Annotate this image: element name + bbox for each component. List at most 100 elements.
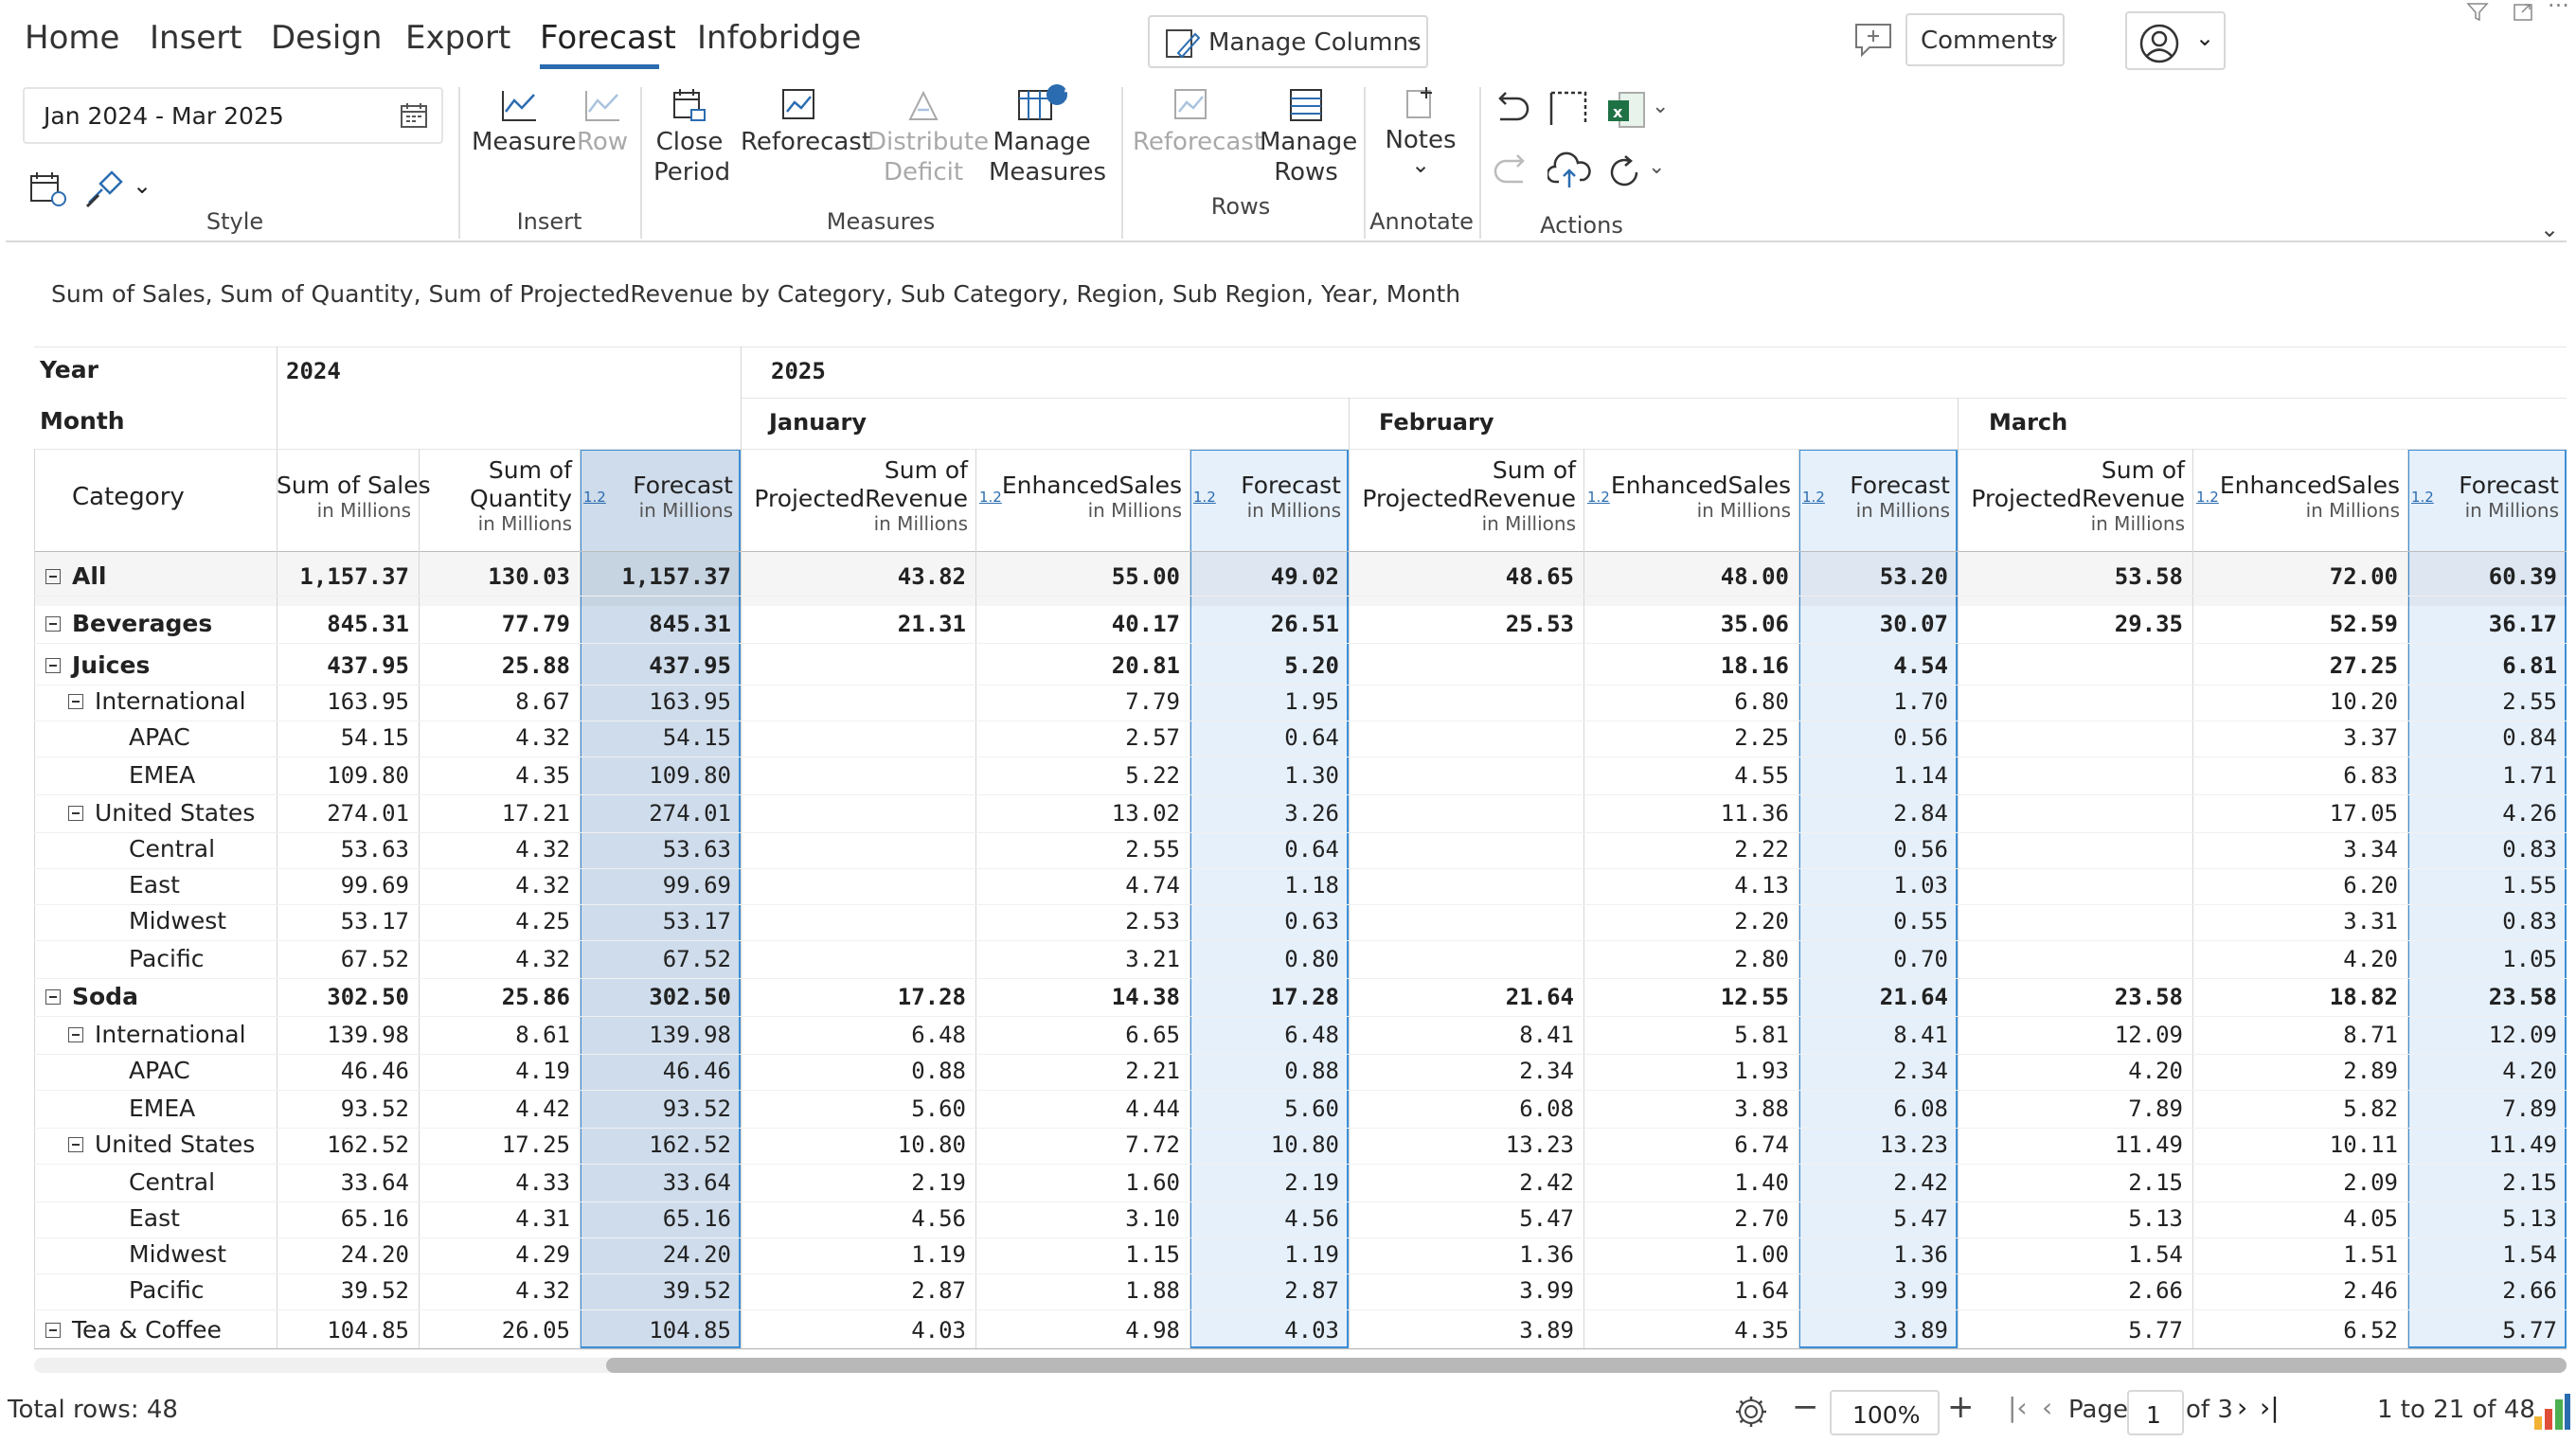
table-cell[interactable]: 17.28 bbox=[1190, 979, 1349, 1015]
table-cell[interactable]: 2.21 bbox=[975, 1053, 1190, 1089]
manage-measures-button[interactable]: 1 Manage Measures bbox=[989, 83, 1106, 187]
table-cell[interactable]: 40.17 bbox=[975, 606, 1190, 642]
table-cell[interactable]: 1.30 bbox=[1190, 757, 1349, 793]
table-cell[interactable]: 25.53 bbox=[1349, 606, 1583, 642]
manage-rows-button[interactable]: Manage Rows bbox=[1260, 87, 1357, 187]
collapse-toggle-icon[interactable] bbox=[45, 569, 61, 584]
table-cell[interactable]: 6.48 bbox=[1190, 1017, 1349, 1053]
user-menu-button[interactable]: ⌄ bbox=[2125, 11, 2226, 70]
table-cell[interactable]: 130.03 bbox=[419, 559, 580, 595]
expand-icon[interactable] bbox=[2512, 2, 2534, 23]
table-cell[interactable]: 25.86 bbox=[419, 979, 580, 1015]
menu-tab-forecast[interactable]: Forecast bbox=[540, 19, 676, 57]
table-cell[interactable]: 5.22 bbox=[975, 757, 1190, 793]
crop-icon[interactable] bbox=[1547, 89, 1589, 129]
zoom-in-button[interactable]: + bbox=[1947, 1388, 1975, 1426]
page-input[interactable]: 1 bbox=[2127, 1390, 2184, 1435]
table-cell[interactable]: 33.64 bbox=[580, 1165, 741, 1201]
table-cell[interactable]: 25.88 bbox=[419, 648, 580, 684]
table-cell[interactable]: 139.98 bbox=[580, 1017, 741, 1053]
row-label-central[interactable]: Central bbox=[129, 831, 215, 867]
table-cell[interactable]: 10.20 bbox=[2192, 684, 2407, 720]
table-cell[interactable]: 1.55 bbox=[2407, 867, 2567, 903]
table-cell[interactable]: 0.84 bbox=[2407, 720, 2567, 756]
column-header[interactable]: EnhancedSales in Millions bbox=[1583, 472, 1791, 521]
table-cell[interactable]: 437.95 bbox=[580, 648, 741, 684]
table-cell[interactable]: 4.32 bbox=[419, 720, 580, 756]
table-cell[interactable]: 109.80 bbox=[580, 757, 741, 793]
table-cell[interactable]: 2.66 bbox=[2407, 1273, 2567, 1308]
notes-button[interactable]: Notes ⌄ bbox=[1379, 85, 1462, 176]
table-cell[interactable]: 7.89 bbox=[1958, 1091, 2192, 1127]
table-cell[interactable] bbox=[1958, 831, 2192, 867]
table-cell[interactable] bbox=[741, 903, 975, 939]
collapse-toggle-icon[interactable] bbox=[45, 658, 61, 673]
next-page-icon[interactable]: › bbox=[2237, 1392, 2247, 1423]
table-cell[interactable]: 4.32 bbox=[419, 941, 580, 977]
table-cell[interactable]: 4.44 bbox=[975, 1091, 1190, 1127]
table-cell[interactable]: 0.64 bbox=[1190, 831, 1349, 867]
table-cell[interactable]: 162.52 bbox=[277, 1127, 419, 1163]
table-cell[interactable]: 48.65 bbox=[1349, 559, 1583, 595]
table-cell[interactable]: 5.60 bbox=[741, 1091, 975, 1127]
table-cell[interactable]: 60.39 bbox=[2407, 559, 2567, 595]
table-cell[interactable]: 6.20 bbox=[2192, 867, 2407, 903]
redo-icon[interactable] bbox=[1491, 153, 1532, 191]
column-header[interactable]: EnhancedSales in Millions bbox=[2192, 472, 2400, 521]
table-cell[interactable]: 1.54 bbox=[2407, 1237, 2567, 1273]
table-cell[interactable]: 3.34 bbox=[2192, 831, 2407, 867]
table-cell[interactable]: 4.35 bbox=[1583, 1312, 1798, 1348]
collapse-toggle-icon[interactable] bbox=[45, 989, 61, 1005]
table-cell[interactable] bbox=[1349, 720, 1583, 756]
table-cell[interactable]: 1.93 bbox=[1583, 1053, 1798, 1089]
table-cell[interactable]: 17.28 bbox=[741, 979, 975, 1015]
table-cell[interactable] bbox=[1349, 867, 1583, 903]
zoom-out-button[interactable]: − bbox=[1792, 1388, 1819, 1426]
refresh-icon[interactable] bbox=[1606, 153, 1644, 191]
filter-icon[interactable] bbox=[2466, 2, 2489, 23]
last-page-icon[interactable]: ›| bbox=[2260, 1392, 2280, 1423]
table-cell[interactable]: 0.83 bbox=[2407, 903, 2567, 939]
table-cell[interactable]: 104.85 bbox=[277, 1312, 419, 1348]
table-cell[interactable]: 18.16 bbox=[1583, 648, 1798, 684]
column-header[interactable]: Sum of Sales in Millions bbox=[277, 472, 431, 521]
table-cell[interactable]: 54.15 bbox=[277, 720, 419, 756]
table-cell[interactable]: 55.00 bbox=[975, 559, 1190, 595]
table-cell[interactable]: 3.99 bbox=[1349, 1273, 1583, 1308]
table-cell[interactable]: 2.70 bbox=[1583, 1201, 1798, 1237]
table-cell[interactable] bbox=[1349, 648, 1583, 684]
row-label-tea-coffee[interactable]: Tea & Coffee bbox=[72, 1312, 222, 1348]
table-cell[interactable]: 4.55 bbox=[1583, 757, 1798, 793]
table-cell[interactable]: 4.05 bbox=[2192, 1201, 2407, 1237]
table-cell[interactable] bbox=[741, 795, 975, 831]
table-cell[interactable] bbox=[1349, 903, 1583, 939]
table-cell[interactable]: 24.20 bbox=[580, 1237, 741, 1273]
table-cell[interactable]: 4.33 bbox=[419, 1165, 580, 1201]
table-cell[interactable]: 1.71 bbox=[2407, 757, 2567, 793]
table-cell[interactable]: 17.21 bbox=[419, 795, 580, 831]
table-cell[interactable] bbox=[1958, 941, 2192, 977]
table-cell[interactable]: 1,157.37 bbox=[277, 559, 419, 595]
collapse-ribbon-icon[interactable]: ⌄ bbox=[2540, 216, 2559, 242]
table-cell[interactable]: 3.89 bbox=[1349, 1312, 1583, 1348]
reforecast-rows-button[interactable]: Reforecast bbox=[1133, 87, 1263, 157]
date-range-picker[interactable]: Jan 2024 - Mar 2025 bbox=[23, 87, 443, 144]
table-cell[interactable] bbox=[741, 684, 975, 720]
collapse-toggle-icon[interactable] bbox=[45, 616, 61, 632]
row-label-united-states[interactable]: United States bbox=[95, 1127, 255, 1163]
table-cell[interactable]: 0.83 bbox=[2407, 831, 2567, 867]
table-cell[interactable] bbox=[741, 867, 975, 903]
previous-page-icon[interactable]: ‹ bbox=[2042, 1392, 2052, 1423]
table-cell[interactable]: 2.53 bbox=[975, 903, 1190, 939]
table-cell[interactable] bbox=[1958, 720, 2192, 756]
menu-tab-infobridge[interactable]: Infobridge bbox=[697, 19, 861, 57]
calendar-settings-icon[interactable] bbox=[28, 170, 68, 208]
table-cell[interactable] bbox=[1958, 867, 2192, 903]
table-cell[interactable]: 109.80 bbox=[277, 757, 419, 793]
collapse-toggle-icon[interactable] bbox=[68, 806, 83, 821]
table-cell[interactable]: 5.47 bbox=[1349, 1201, 1583, 1237]
table-cell[interactable]: 1.19 bbox=[1190, 1237, 1349, 1273]
table-cell[interactable]: 274.01 bbox=[277, 795, 419, 831]
table-cell[interactable]: 5.47 bbox=[1798, 1201, 1958, 1237]
table-cell[interactable]: 21.64 bbox=[1349, 979, 1583, 1015]
